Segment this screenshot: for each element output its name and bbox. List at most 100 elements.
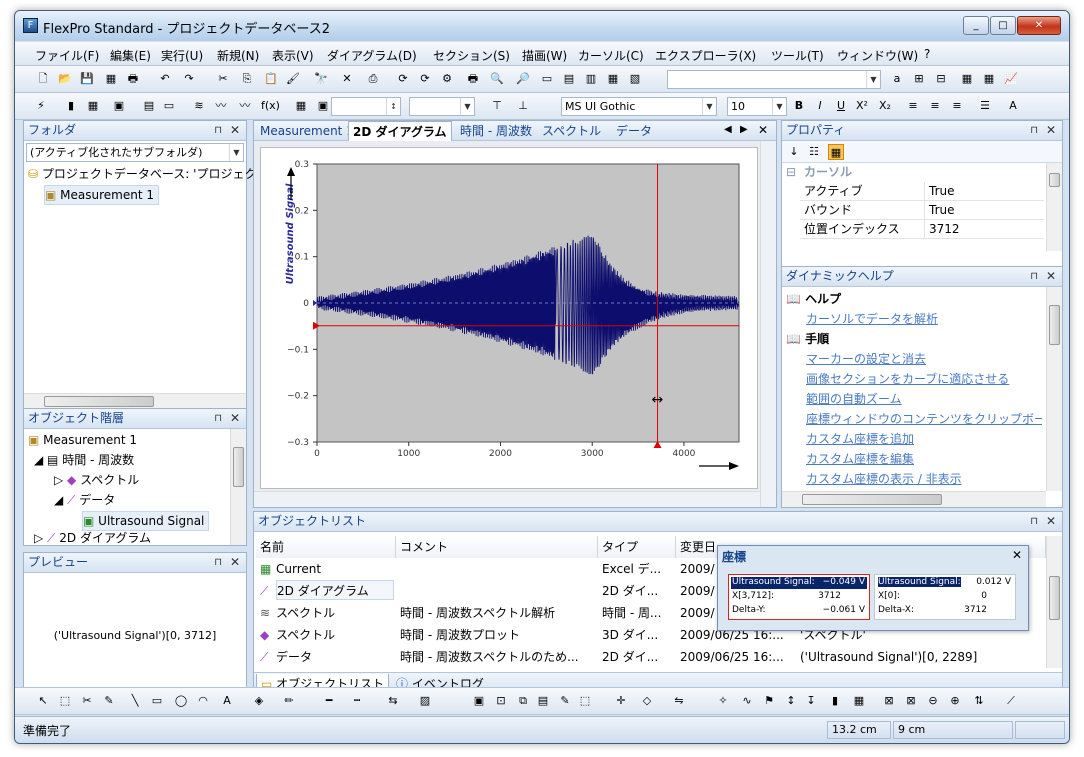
vertical-scrollbar[interactable] xyxy=(1046,536,1062,668)
help-link[interactable]: 画像セクションをカーブに適応させる xyxy=(806,370,1009,387)
frame-icon[interactable]: ⬚ xyxy=(577,693,593,709)
pen-color-icon[interactable]: ✏ xyxy=(281,693,297,709)
update-icon[interactable]: ⟳ xyxy=(417,71,433,87)
property-row[interactable]: バウンド True xyxy=(800,201,1044,220)
fill-icon[interactable]: ◈ xyxy=(251,693,267,709)
table-icon[interactable]: ▦ xyxy=(959,71,975,87)
column-comment[interactable]: コメント xyxy=(396,536,598,558)
property-row[interactable]: アクティブ True xyxy=(800,182,1044,201)
layout-icon[interactable]: ▭ xyxy=(161,98,177,114)
close-icon[interactable]: ✕ xyxy=(230,121,240,140)
minimize-button[interactable]: _ xyxy=(963,16,989,35)
paste-icon[interactable]: 📋 xyxy=(263,71,279,87)
order-icon[interactable]: ⧉ xyxy=(515,693,531,709)
hatch-icon[interactable]: ▨ xyxy=(417,693,433,709)
bullets-icon[interactable]: ☰ xyxy=(977,98,993,114)
tab-2d-diagram[interactable]: 2D ダイアグラム xyxy=(348,121,452,141)
tab-next-icon[interactable]: ▶ xyxy=(740,124,748,135)
vertical-scrollbar[interactable] xyxy=(760,141,776,507)
arc-icon[interactable]: ◠ xyxy=(195,693,211,709)
ellipse-icon[interactable]: ◯ xyxy=(173,693,189,709)
horizontal-scrollbar[interactable] xyxy=(782,491,1046,507)
spectrum-icon[interactable]: 〰 xyxy=(237,98,253,114)
help-link[interactable]: カスタム座標を追加 xyxy=(806,430,914,447)
cursor-swap-icon[interactable]: ⇋ xyxy=(671,693,687,709)
cursor-cross-icon[interactable]: ✛ xyxy=(613,693,629,709)
tab-prev-icon[interactable]: ◀ xyxy=(724,124,732,135)
close-icon[interactable]: ✕ xyxy=(1046,512,1056,531)
line-icon[interactable]: ╲ xyxy=(127,693,143,709)
pin-icon[interactable]: ⊓ xyxy=(214,121,222,140)
dash-icon[interactable]: ┅ xyxy=(349,693,365,709)
horizontal-scrollbar[interactable] xyxy=(254,491,760,507)
column-type[interactable]: タイプ xyxy=(598,536,676,558)
tree-item-ultrasound[interactable]: ▣ Ultrasound Signal xyxy=(82,511,210,531)
zoom-in-icon[interactable]: ⊕ xyxy=(947,693,963,709)
close-icon[interactable]: ✕ xyxy=(1046,121,1056,140)
font-a-icon[interactable]: a xyxy=(889,71,905,87)
text-icon[interactable]: A xyxy=(219,693,235,709)
pin-icon[interactable]: ⊓ xyxy=(1030,512,1038,531)
pointer-icon[interactable]: ↖ xyxy=(35,693,51,709)
find-icon[interactable]: 🔭 xyxy=(313,71,329,87)
scale-icon[interactable]: ⇅ xyxy=(971,693,987,709)
edit-icon[interactable]: ✎ xyxy=(557,693,573,709)
help-link[interactable]: カーソルでデータを解析 xyxy=(806,310,938,327)
tree-item[interactable]: ▷ ⟋ 2D ダイアグラム xyxy=(34,529,151,547)
cursor-y-icon[interactable]: ↕ xyxy=(783,693,799,709)
view-5-icon[interactable]: ▧ xyxy=(627,71,643,87)
layout-icon[interactable]: ⊟ xyxy=(933,71,949,87)
preview-icon[interactable]: 🔎 xyxy=(515,71,531,87)
table-view-icon[interactable]: ▦ xyxy=(981,71,997,87)
cursor-xy-icon[interactable]: ↧ xyxy=(803,693,819,709)
menu-item[interactable]: 描画(W) xyxy=(522,47,567,64)
menu-item[interactable]: ファイル(F) xyxy=(35,47,99,64)
new-icon[interactable]: 🗋 xyxy=(35,71,51,87)
pin-icon[interactable]: ⊓ xyxy=(214,553,222,572)
cursor-peak-icon[interactable]: ✧ xyxy=(715,693,731,709)
chart-icon[interactable]: 📈 xyxy=(1003,71,1019,87)
table-icon[interactable]: ▦ xyxy=(85,98,101,114)
undo-icon[interactable]: ↶ xyxy=(157,71,173,87)
cut-icon[interactable]: ✂ xyxy=(215,71,231,87)
tree-item[interactable]: ▣ Measurement 1 xyxy=(28,431,137,449)
close-icon[interactable]: ✕ xyxy=(1012,548,1022,562)
vertical-scrollbar[interactable] xyxy=(1046,163,1062,251)
close-icon[interactable]: ✕ xyxy=(230,553,240,572)
tree-item[interactable]: ◢ ▤ 時間 - 周波数 xyxy=(34,451,134,469)
select-icon[interactable]: ⬚ xyxy=(57,693,73,709)
arrows-icon[interactable]: ⇆ xyxy=(385,693,401,709)
properties-icon[interactable]: ▦ xyxy=(828,144,844,160)
close-icon[interactable]: ✕ xyxy=(1046,267,1056,286)
align-left-icon[interactable]: ≡ xyxy=(905,98,921,114)
menu-item[interactable]: ダイアグラム(D) xyxy=(327,47,417,64)
settings-icon[interactable]: ⚙ xyxy=(439,71,455,87)
font-size-select[interactable]: 10 ▼ xyxy=(727,97,787,116)
pin-icon[interactable]: ⊓ xyxy=(1030,121,1038,140)
copy-icon[interactable]: ⎘ xyxy=(239,71,255,87)
rectangle-icon[interactable]: ▭ xyxy=(149,693,165,709)
grid-icon[interactable]: ⊞ xyxy=(911,71,927,87)
column-name[interactable]: 名前 xyxy=(256,536,396,558)
image-icon[interactable]: ▣ xyxy=(111,98,127,114)
waveform-icon[interactable]: 〰 xyxy=(213,98,229,114)
vertical-scrollbar[interactable] xyxy=(230,429,246,545)
menu-item[interactable]: 表示(V) xyxy=(272,47,314,64)
categorized-icon[interactable]: ☷ xyxy=(806,144,822,160)
group-icon[interactable]: ▣ xyxy=(471,693,487,709)
zoom-icon[interactable]: 🔍 xyxy=(489,71,505,87)
menu-item[interactable]: ウィンドウ(W) xyxy=(837,47,918,64)
tab-measurement[interactable]: Measurement 1 xyxy=(256,121,358,141)
help-link[interactable]: カスタム座標の表示 / 非表示 xyxy=(806,470,962,487)
align-center-icon[interactable]: ≡ xyxy=(927,98,943,114)
view-3-icon[interactable]: ▥ xyxy=(583,71,599,87)
chart-icon[interactable]: ⟋ xyxy=(1003,693,1019,709)
bold-icon[interactable]: B xyxy=(791,98,807,114)
align-icon[interactable]: ▤ xyxy=(535,693,551,709)
close-icon[interactable]: ✕ xyxy=(230,409,240,428)
help-link[interactable]: 座標ウィンドウのコンテンツをクリップボードにコピー xyxy=(806,410,1042,427)
ultrasound-chart[interactable]: 0.30.20.10−0.1−0.2−0.30 1000 2000 3000 4000U… xyxy=(261,148,757,488)
menu-item[interactable]: ツール(T) xyxy=(771,47,824,64)
axis-icon[interactable]: ⊥ xyxy=(515,98,531,114)
refresh-icon[interactable]: ⟳ xyxy=(395,71,411,87)
